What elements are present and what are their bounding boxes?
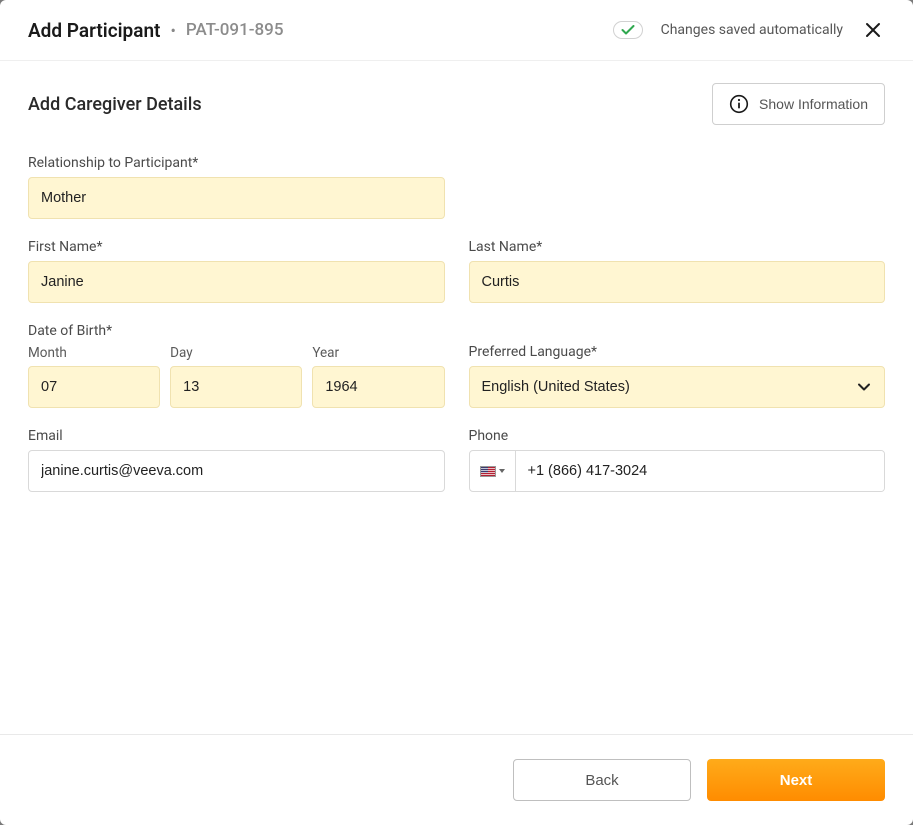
header-right: Changes saved automatically [613,18,885,42]
preferred-language-select-wrap [469,366,886,408]
dob-month-col: Month [28,345,160,408]
autosave-status: Changes saved automatically [661,22,843,38]
info-icon [729,94,749,114]
show-information-button[interactable]: Show Information [712,83,885,125]
participant-id: PAT-091-895 [186,20,284,40]
phone-group: Phone [469,428,886,492]
dob-month-input[interactable] [28,366,160,408]
dob-label: Date of Birth* [28,323,445,339]
phone-number-input[interactable] [516,451,885,491]
last-name-input[interactable] [469,261,886,303]
preferred-language-select[interactable] [469,366,886,408]
email-group: Email [28,428,445,492]
next-button-label: Next [780,772,813,789]
dialog-title: Add Participant [28,19,160,42]
section-title: Add Caregiver Details [28,94,202,115]
spacer [469,155,886,219]
dob-group: Date of Birth* Month Day Year [28,323,445,408]
preferred-language-group: Preferred Language* [469,323,886,408]
dob-year-label: Year [312,345,444,361]
next-button[interactable]: Next [707,759,885,801]
autosave-check-icon [613,21,643,39]
back-button-label: Back [585,772,618,789]
first-name-input[interactable] [28,261,445,303]
dialog-body: Add Caregiver Details Show Information R… [0,61,913,734]
dob-row: Month Day Year [28,345,445,408]
close-button[interactable] [861,18,885,42]
dob-day-label: Day [170,345,302,361]
dob-day-input[interactable] [170,366,302,408]
dob-year-input[interactable] [312,366,444,408]
relationship-label: Relationship to Participant* [28,155,445,171]
last-name-label: Last Name* [469,239,886,255]
preferred-language-label: Preferred Language* [469,344,886,360]
phone-label: Phone [469,428,886,444]
dob-day-col: Day [170,345,302,408]
back-button[interactable]: Back [513,759,691,801]
last-name-group: Last Name* [469,239,886,303]
dialog-header: Add Participant • PAT-091-895 Changes sa… [0,0,913,61]
show-information-label: Show Information [759,96,868,112]
us-flag-icon [480,466,496,477]
first-name-label: First Name* [28,239,445,255]
caregiver-form: Relationship to Participant* First Name*… [28,155,885,492]
relationship-group: Relationship to Participant* [28,155,445,219]
dob-month-label: Month [28,345,160,361]
section-header: Add Caregiver Details Show Information [28,83,885,125]
phone-input-wrap [469,450,886,492]
close-icon [865,22,881,38]
dialog-footer: Back Next [0,734,913,825]
email-label: Email [28,428,445,444]
email-input[interactable] [28,450,445,492]
dob-year-col: Year [312,345,444,408]
first-name-group: First Name* [28,239,445,303]
caret-down-icon [499,469,505,473]
dialog-window: Add Participant • PAT-091-895 Changes sa… [0,0,913,825]
relationship-input[interactable] [28,177,445,219]
separator-dot: • [170,21,175,40]
header-left: Add Participant • PAT-091-895 [28,19,284,42]
phone-country-selector[interactable] [470,451,516,491]
